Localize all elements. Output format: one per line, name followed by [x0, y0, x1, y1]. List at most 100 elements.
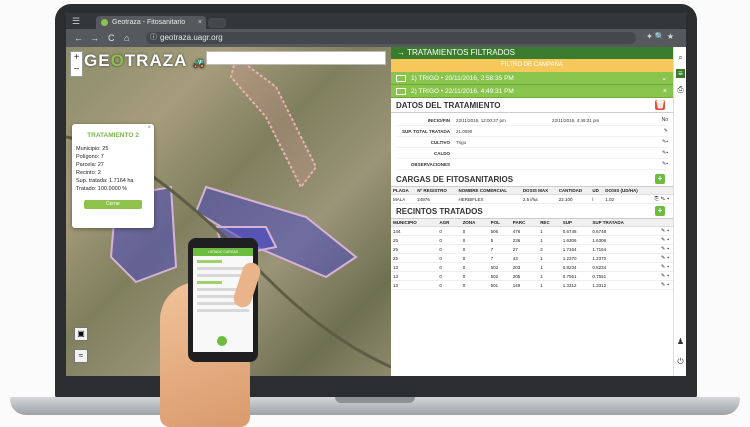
extension-icons[interactable]: ✦🔍★	[646, 32, 676, 41]
column-header[interactable]: ZONA	[460, 219, 489, 227]
recintos-body: 144 0 0 506 476 1 0.6748 0.6748 ✎▪ 25 0 0 5 236 1 1.630…	[391, 226, 673, 290]
table-row[interactable]: 144 0 0 506 476 1 0.6748 0.6748 ✎▪	[391, 226, 673, 236]
column-header[interactable]: MUNICIPIO	[391, 219, 438, 227]
column-header[interactable]: SUP TRATADA	[590, 219, 650, 227]
edit-icon[interactable]: ✎	[648, 128, 668, 134]
tab-close-icon[interactable]: ×	[198, 16, 202, 29]
table-row[interactable]: 25 0 0 7 43 1 1.2370 1.2370 ✎▪	[391, 253, 673, 263]
table-row[interactable]: 13 0 0 502 203 1 0.8234 0.8234 ✎▪	[391, 262, 673, 272]
list-icon[interactable]: ≡	[676, 69, 685, 78]
table-cell: 0	[460, 244, 489, 254]
row-actions[interactable]: ✎▪	[649, 271, 673, 281]
home-button[interactable]: ⌂	[124, 32, 129, 44]
forward-button[interactable]: →	[90, 32, 99, 44]
row-actions[interactable]: ✎▪	[649, 262, 673, 272]
delete-button[interactable]: 🗑	[655, 100, 665, 110]
close-icon[interactable]: ×	[663, 85, 667, 98]
add-carga-button[interactable]: +	[655, 174, 665, 184]
column-header[interactable]: PARC	[510, 219, 539, 227]
table-row[interactable]: 13 0 0 501 149 1 1.3312 1.3312 ✎▪	[391, 280, 673, 290]
column-header[interactable]: REC	[538, 219, 561, 227]
search-icon[interactable]: ⌕	[676, 53, 685, 62]
column-header[interactable]: DOSIS MAX	[520, 187, 557, 195]
datos-extra: No	[661, 117, 668, 123]
table-cell: 0	[460, 226, 489, 236]
row-actions[interactable]: ✎▪	[649, 244, 673, 254]
table-cell: 7	[488, 253, 511, 263]
column-header[interactable]: NOMBRE COMERCIAL	[456, 187, 521, 195]
datos-list: INICIO/FIN 22/11/2016, 12:00:27 pm 22/11…	[391, 113, 673, 172]
zoom-control[interactable]: + −	[70, 51, 83, 77]
layers-icon[interactable]: ▣	[74, 327, 88, 341]
table-cell: 506	[488, 226, 511, 236]
column-header[interactable]: CANTIDAD	[556, 187, 591, 195]
phone-fab-button[interactable]	[217, 336, 227, 346]
column-header[interactable]: AGR	[437, 219, 461, 227]
column-header[interactable]: PLAGA	[391, 187, 416, 195]
url-text: geotraza.uagr.org	[160, 33, 223, 42]
document-icon[interactable]: ⎙	[676, 85, 685, 94]
chevron-down-icon[interactable]: ⌄	[661, 72, 667, 85]
table-cell: 1.2370	[560, 253, 591, 263]
row-actions[interactable]: ✎▪	[649, 280, 673, 290]
reload-button[interactable]: C	[108, 32, 115, 44]
browser-menu-icon[interactable]: ☰	[72, 16, 80, 27]
zoom-in-button[interactable]: +	[71, 52, 82, 64]
close-icon[interactable]: ×	[147, 125, 151, 131]
edit-icon[interactable]: ✎▪	[648, 161, 668, 167]
datos-value: 21.0090	[456, 128, 473, 134]
column-header[interactable]: SUP	[560, 219, 591, 227]
treatment-item-label: 2) TRIGO • 22/11/2016, 4:49:31 PM	[411, 88, 514, 95]
treatment-item[interactable]: 2) TRIGO • 22/11/2016, 4:49:31 PM ×	[391, 85, 673, 98]
filter-bar[interactable]: FILTRO DE CAMPAÑA	[391, 59, 673, 72]
edit-icon[interactable]: ✎▪	[648, 139, 668, 145]
zoom-out-button[interactable]: −	[71, 64, 82, 76]
table-row[interactable]: MALA 24976 HERBIFLEX 2.5 l/ha 22.100 l 1…	[391, 194, 673, 204]
column-header[interactable]: DOSIS (UD/HA)	[603, 187, 648, 195]
table-row[interactable]: 25 0 0 5 236 1 1.6306 1.6306 ✎▪	[391, 235, 673, 245]
table-cell: 149	[510, 280, 539, 290]
popup-line: Municipio: 25	[76, 146, 109, 152]
datos-key: INICIO/FIN	[427, 117, 450, 123]
table-cell: 1.7164	[590, 244, 650, 254]
phone-line	[197, 281, 222, 284]
map-search-input[interactable]	[206, 51, 386, 65]
table-cell: 43	[510, 253, 539, 263]
edit-icon[interactable]: ✎▪	[648, 150, 668, 156]
column-header[interactable]: Nº REGISTRO	[415, 187, 457, 195]
back-button[interactable]: ←	[74, 32, 83, 44]
power-icon[interactable]: ⏻	[676, 357, 685, 366]
column-header[interactable]: UD	[590, 187, 604, 195]
info-icon: ⓘ	[150, 34, 157, 41]
popup-close-button[interactable]: Cerrar	[84, 200, 142, 209]
row-actions[interactable]: ⎘✎▪	[648, 194, 673, 204]
user-icon[interactable]: ♟	[676, 337, 685, 346]
table-cell: 1.6306	[590, 235, 650, 245]
table-cell: 13	[391, 271, 438, 281]
section-datos: DATOS DEL TRATAMIENTO 🗑	[391, 98, 673, 113]
phone-line	[197, 267, 249, 270]
table-cell: 5	[488, 235, 511, 245]
table-cell: 0	[437, 235, 461, 245]
table-row[interactable]: 13 0 0 502 205 1 0.7551 0.7551 ✎▪	[391, 271, 673, 281]
datos-key: CALDO	[434, 150, 450, 156]
browser-tab[interactable]: Geotraza - Fitosanitario ×	[96, 16, 206, 29]
datos-key: CULTIVO	[430, 139, 450, 145]
table-cell: 205	[510, 271, 539, 281]
address-input[interactable]: ⓘ geotraza.uagr.org	[146, 32, 636, 44]
datos-value: 22/11/2016, 12:00:27 pm	[456, 117, 506, 123]
row-actions[interactable]: ✎▪	[649, 226, 673, 236]
treatment-item[interactable]: 1) TRIGO • 20/11/2016, 2:58:35 PM ⌄	[391, 72, 673, 85]
parcel-fill	[231, 57, 316, 187]
basemap-icon[interactable]: ≈	[74, 349, 88, 363]
table-cell: 1	[538, 271, 561, 281]
row-actions[interactable]: ✎▪	[649, 253, 673, 263]
add-recinto-button[interactable]: +	[655, 206, 665, 216]
row-actions[interactable]: ✎▪	[649, 235, 673, 245]
column-header[interactable]: POL	[488, 219, 511, 227]
table-row[interactable]: 25 0 0 7 27 2 1.7164 1.7164 ✎▪	[391, 244, 673, 254]
table-cell: 1	[538, 253, 561, 263]
table-cell: 27	[510, 244, 539, 254]
datos-value: 22/11/2016, 4:49:31 pm	[552, 117, 600, 123]
new-tab-button[interactable]	[208, 18, 226, 28]
